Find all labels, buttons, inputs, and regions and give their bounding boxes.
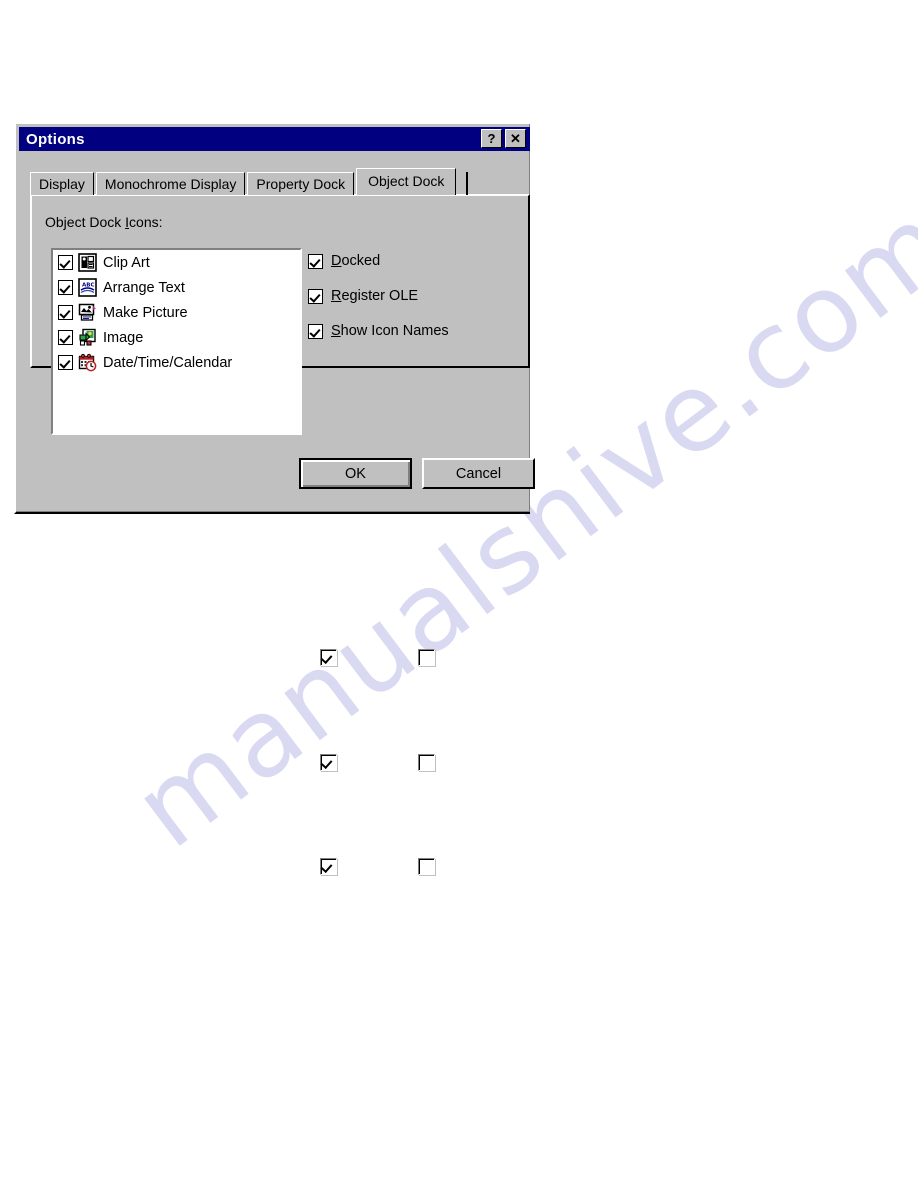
tab-strip: Display Monochrome Display Property Dock… [30,168,468,195]
ok-button[interactable]: OK [299,458,412,489]
dialog-button-row: OK Cancel [16,458,535,498]
page-checkbox-checked[interactable] [320,649,337,666]
register-ole-checkbox[interactable] [308,288,323,304]
window-title: Options [26,130,85,148]
option-show-icon-names[interactable]: Show Icon Names [308,322,449,340]
cancel-button[interactable]: Cancel [422,458,535,489]
title-bar[interactable]: Options ? ✕ [19,127,530,151]
tab-strip-endcap [466,172,468,195]
list-item[interactable]: Date/Time/Calendar [53,350,300,375]
list-item[interactable]: ABC Arrange Text [53,275,300,300]
list-item[interactable]: Make Picture [53,300,300,325]
close-button[interactable]: ✕ [505,129,526,148]
title-bar-buttons: ? ✕ [481,129,526,148]
list-item[interactable]: Clip Art [53,250,300,275]
list-item-checkbox[interactable] [58,305,73,320]
list-item-label: Arrange Text [103,279,185,296]
tab-display[interactable]: Display [30,172,94,195]
tab-monochrome-display[interactable]: Monochrome Display [95,172,246,195]
make-picture-icon [78,303,97,322]
show-icon-names-checkbox[interactable] [308,323,323,339]
clip-art-icon [78,253,97,272]
list-item[interactable]: Image [53,325,300,350]
page-checkbox-unchecked[interactable] [418,754,435,771]
tab-property-dock[interactable]: Property Dock [247,172,355,195]
list-item-checkbox[interactable] [58,280,73,295]
option-register-ole[interactable]: Register OLE [308,287,449,305]
tab-object-dock[interactable]: Object Dock [356,168,457,195]
register-ole-label: Register OLE [331,288,419,304]
image-icon [78,328,97,347]
page-checkbox-checked[interactable] [320,858,337,875]
help-button[interactable]: ? [481,129,502,148]
show-icon-names-label: Show Icon Names [331,323,449,339]
option-docked[interactable]: Docked [308,252,449,270]
object-dock-options-group: Docked Register OLE Show Icon Names [308,252,449,357]
docked-label: Docked [331,253,381,269]
list-item-label: Clip Art [103,254,150,271]
object-dock-icons-label: Object Dock Icons: [45,214,163,230]
list-item-checkbox[interactable] [58,355,73,370]
date-time-calendar-icon [78,353,97,372]
page-checkbox-checked[interactable] [320,754,337,771]
arrange-text-icon: ABC [78,278,97,297]
options-dialog: Options ? ✕ Display Monochrome Display P… [14,122,535,514]
object-dock-icons-listbox[interactable]: Clip Art ABC Arrange Text Make Picture I… [51,248,302,435]
docked-checkbox[interactable] [308,253,323,269]
list-item-label: Make Picture [103,304,188,321]
list-item-checkbox[interactable] [58,330,73,345]
page-checkbox-unchecked[interactable] [418,858,435,875]
page-checkbox-unchecked[interactable] [418,649,435,666]
list-item-label: Date/Time/Calendar [103,354,233,371]
list-item-label: Image [103,329,144,346]
list-item-checkbox[interactable] [58,255,73,270]
